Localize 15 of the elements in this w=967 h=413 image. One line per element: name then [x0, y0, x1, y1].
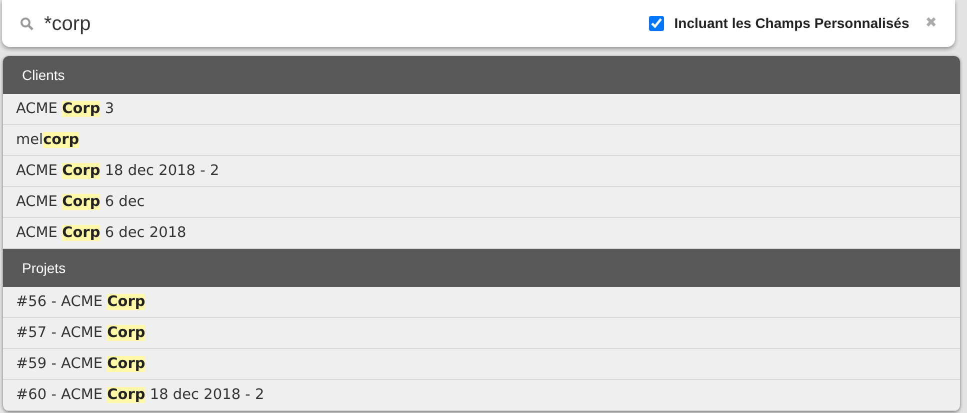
search-icon [20, 16, 34, 30]
result-item[interactable]: ACME Corp 6 dec [3, 187, 960, 218]
result-item[interactable]: #60 - ACME Corp 18 dec 2018 - 2 [3, 380, 960, 411]
result-item[interactable]: melcorp [3, 125, 960, 156]
result-item[interactable]: ACME Corp 3 [3, 94, 960, 125]
checkbox-label: Incluant les Champs Personnalisés [674, 14, 910, 33]
checkbox[interactable] [649, 16, 664, 31]
result-item[interactable]: ACME Corp 18 dec 2018 - 2 [3, 156, 960, 187]
result-item[interactable]: #56 - ACME Corp [3, 287, 960, 318]
group-header: Projets [22, 258, 66, 278]
group-header: Clients [22, 66, 65, 84]
result-item[interactable]: #59 - ACME Corp [3, 349, 960, 380]
search-field[interactable]: *corp [34, 8, 650, 38]
result-item[interactable]: #57 - ACME Corp [3, 318, 960, 349]
search-bar[interactable]: *corp Incluant les Champs Personnalisés ✖ [2, 0, 955, 47]
